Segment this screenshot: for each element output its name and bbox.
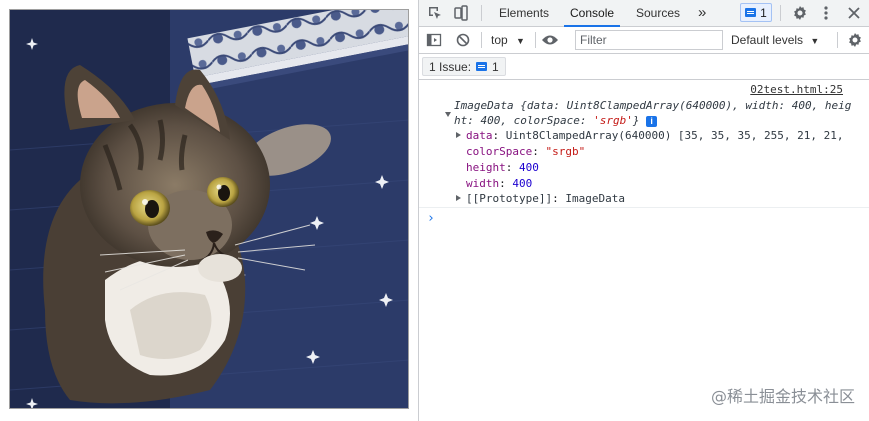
entry-separator — [419, 207, 869, 208]
source-link[interactable]: 02test.html:25 — [750, 83, 843, 96]
prop-value: ImageData — [565, 192, 625, 205]
toolbar-separator — [535, 32, 536, 48]
expand-arrow-icon[interactable] — [445, 112, 451, 117]
cat-image — [10, 10, 408, 408]
issues-count: 1 — [760, 5, 767, 20]
message-icon — [476, 62, 488, 71]
toolbar-separator — [481, 5, 482, 21]
issues-bar: 1 Issue: 1 — [419, 54, 869, 80]
context-selector[interactable]: top ▼ — [491, 27, 525, 53]
context-label: top — [491, 33, 508, 47]
live-expression-eye-icon[interactable] — [541, 31, 559, 49]
toolbar-separator — [837, 32, 838, 48]
prop-value: 400 — [519, 161, 539, 174]
more-tabs-button[interactable]: » — [698, 0, 706, 26]
summary-text: ht: 400, colorSpace: — [454, 114, 594, 127]
devtools-panel: Elements Console Sources » 1 top ▼ Filte… — [419, 0, 869, 421]
prop-key: [[Prototype]] — [466, 192, 553, 205]
devtools-tabbar: Elements Console Sources » 1 — [419, 0, 869, 27]
filter-input[interactable] — [575, 30, 723, 50]
inspect-element-icon[interactable] — [426, 4, 444, 22]
prop-height-row: height: 400 — [466, 161, 539, 174]
toolbar-separator — [481, 32, 482, 48]
console-output: 02test.html:25 ImageData {data: Uint8Cla… — [419, 80, 869, 421]
tab-elements[interactable]: Elements — [499, 0, 549, 26]
settings-gear-icon[interactable] — [791, 4, 809, 22]
prop-width-row: width: 400 — [466, 177, 533, 190]
toolbar-separator — [780, 5, 781, 21]
tab-sources[interactable]: Sources — [636, 0, 680, 26]
watermark: @稀土掘金技术社区 — [710, 387, 855, 406]
issues-counter-button[interactable]: 1 — [740, 3, 772, 22]
issues-link-button[interactable]: 1 Issue: 1 — [422, 57, 506, 76]
clear-console-icon[interactable] — [454, 31, 472, 49]
summary-colorspace-value: 'srgb' — [593, 114, 633, 127]
dropdown-arrow-icon: ▼ — [810, 36, 820, 46]
log-summary-line-2: ht: 400, colorSpace: 'srgb'} i — [454, 113, 658, 128]
console-toolbar: top ▼ Default levels ▼ — [419, 27, 869, 54]
prop-colorspace-row: colorSpace: "srgb" — [466, 145, 586, 158]
expand-arrow-icon[interactable] — [456, 132, 461, 138]
close-icon[interactable] — [845, 4, 863, 22]
summary-close-brace: } — [632, 114, 640, 127]
log-levels-label: Default levels — [731, 33, 804, 47]
info-icon[interactable]: i — [646, 116, 658, 127]
cat-canvas — [9, 9, 409, 409]
issues-chip-count: 1 — [492, 59, 499, 74]
message-icon — [745, 8, 757, 17]
console-settings-gear-icon[interactable] — [846, 31, 864, 49]
device-toolbar-icon[interactable] — [452, 4, 470, 22]
expand-arrow-icon[interactable] — [456, 195, 461, 201]
prop-value: Uint8ClampedArray(640000) [35, 35, 35, 2… — [505, 129, 851, 142]
prop-prototype-row[interactable]: [[Prototype]]: ImageData — [466, 191, 625, 206]
issues-label: 1 Issue: — [429, 59, 472, 74]
console-prompt[interactable]: › — [427, 211, 435, 226]
tab-console[interactable]: Console — [563, 0, 621, 27]
log-summary-line-1[interactable]: ImageData {data: Uint8ClampedArray(64000… — [454, 98, 851, 113]
more-options-icon[interactable] — [817, 4, 835, 22]
prop-key: width — [466, 177, 500, 190]
prop-value: "srgb" — [545, 145, 586, 158]
log-levels-dropdown[interactable]: Default levels ▼ — [731, 27, 819, 53]
prop-value: 400 — [512, 177, 533, 190]
prop-key: data — [466, 129, 493, 142]
sidebar-toggle-icon[interactable] — [425, 31, 443, 49]
prop-key: colorSpace — [466, 145, 533, 158]
prop-key: height — [466, 161, 506, 174]
dropdown-arrow-icon: ▼ — [516, 36, 525, 46]
prop-data-row[interactable]: data: Uint8ClampedArray(640000) [35, 35,… — [466, 128, 850, 143]
page-content — [0, 0, 418, 421]
